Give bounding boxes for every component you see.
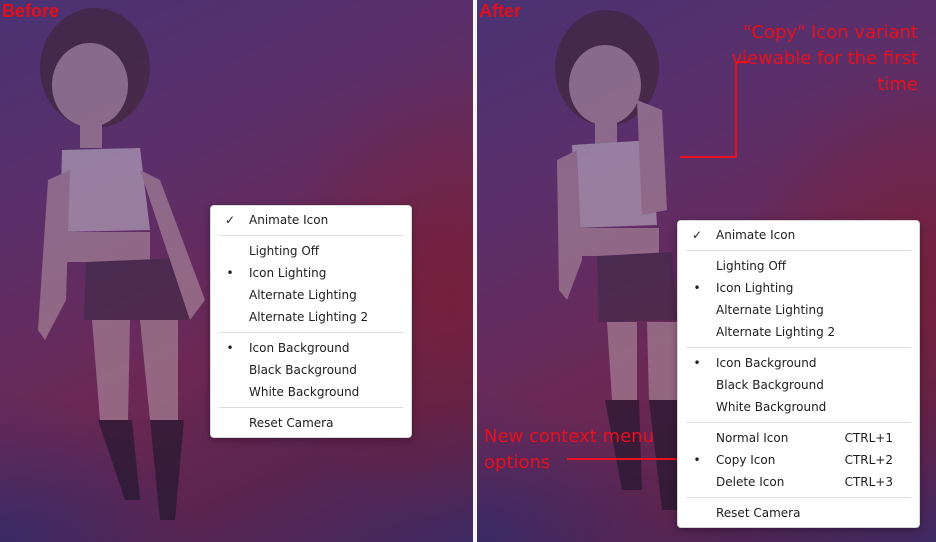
bullet-icon: •: [693, 281, 701, 295]
menu-item-label: Icon Lighting: [249, 266, 327, 280]
menu-item-label: Icon Background: [249, 341, 350, 355]
menu-item-label: Icon Lighting: [716, 281, 794, 295]
menu-item-alternate-lighting-2[interactable]: Alternate Lighting 2: [211, 306, 411, 328]
bullet-icon: •: [693, 356, 701, 370]
menu-item-black-background[interactable]: Black Background: [211, 359, 411, 381]
menu-item-icon-lighting[interactable]: • Icon Lighting: [211, 262, 411, 284]
checkmark-icon: ✓: [224, 213, 236, 227]
menu-item-lighting-off[interactable]: Lighting Off: [678, 255, 919, 277]
menu-separator: [219, 407, 403, 408]
menu-separator: [686, 347, 911, 348]
menu-item-label: Black Background: [716, 378, 824, 392]
menu-item-label: Copy Icon: [716, 453, 776, 467]
shortcut-label: CTRL+3: [844, 475, 893, 489]
bullet-icon: •: [226, 341, 234, 355]
menu-item-label: Icon Background: [716, 356, 817, 370]
menu-item-label: Delete Icon: [716, 475, 785, 489]
menu-item-label: Black Background: [249, 363, 357, 377]
menu-item-lighting-off[interactable]: Lighting Off: [211, 240, 411, 262]
bullet-icon: •: [693, 453, 701, 467]
before-label: Before: [2, 1, 60, 21]
menu-item-white-background[interactable]: White Background: [211, 381, 411, 403]
menu-separator: [686, 497, 911, 498]
menu-item-label: White Background: [249, 385, 360, 399]
context-menu: ✓ Animate Icon Lighting Off • Icon Light…: [677, 220, 920, 528]
menu-item-animate-icon[interactable]: ✓ Animate Icon: [678, 224, 919, 246]
checkmark-icon: ✓: [691, 228, 703, 242]
shortcut-label: CTRL+1: [844, 431, 893, 445]
bullet-icon: •: [226, 266, 234, 280]
shortcut-label: CTRL+2: [844, 453, 893, 467]
menu-item-reset-camera[interactable]: Reset Camera: [211, 412, 411, 434]
menu-item-label: Reset Camera: [249, 416, 334, 430]
context-menu: ✓ Animate Icon Lighting Off • Icon Light…: [210, 205, 412, 438]
menu-item-label: Alternate Lighting 2: [716, 325, 836, 339]
menu-item-icon-lighting[interactable]: • Icon Lighting: [678, 277, 919, 299]
menu-item-label: White Background: [716, 400, 827, 414]
new-options-annotation: New context menu options: [484, 426, 654, 473]
menu-separator: [686, 250, 911, 251]
menu-item-label: Lighting Off: [716, 259, 787, 273]
menu-item-label: Animate Icon: [716, 228, 796, 242]
menu-item-animate-icon[interactable]: ✓ Animate Icon: [211, 209, 411, 231]
menu-separator: [219, 235, 403, 236]
after-label: After: [479, 1, 522, 21]
menu-item-label: Reset Camera: [716, 506, 801, 520]
menu-item-label: Normal Icon: [716, 431, 789, 445]
menu-item-label: Lighting Off: [249, 244, 320, 258]
menu-item-alternate-lighting[interactable]: Alternate Lighting: [678, 299, 919, 321]
menu-item-alternate-lighting-2[interactable]: Alternate Lighting 2: [678, 321, 919, 343]
menu-item-label: Animate Icon: [249, 213, 329, 227]
menu-item-label: Alternate Lighting: [249, 288, 357, 302]
menu-item-label: Alternate Lighting: [716, 303, 824, 317]
menu-separator: [686, 422, 911, 423]
menu-item-reset-camera[interactable]: Reset Camera: [678, 502, 919, 524]
menu-item-copy-icon[interactable]: • Copy Icon CTRL+2: [678, 449, 919, 471]
copy-icon-annotation: "Copy" Icon variant viewable for the fir…: [731, 22, 918, 95]
menu-item-black-background[interactable]: Black Background: [678, 374, 919, 396]
menu-item-label: Alternate Lighting 2: [249, 310, 369, 324]
menu-item-alternate-lighting[interactable]: Alternate Lighting: [211, 284, 411, 306]
menu-separator: [219, 332, 403, 333]
menu-item-normal-icon[interactable]: Normal Icon CTRL+1: [678, 427, 919, 449]
menu-item-delete-icon[interactable]: Delete Icon CTRL+3: [678, 471, 919, 493]
menu-item-white-background[interactable]: White Background: [678, 396, 919, 418]
menu-item-icon-background[interactable]: • Icon Background: [211, 337, 411, 359]
menu-item-icon-background[interactable]: • Icon Background: [678, 352, 919, 374]
